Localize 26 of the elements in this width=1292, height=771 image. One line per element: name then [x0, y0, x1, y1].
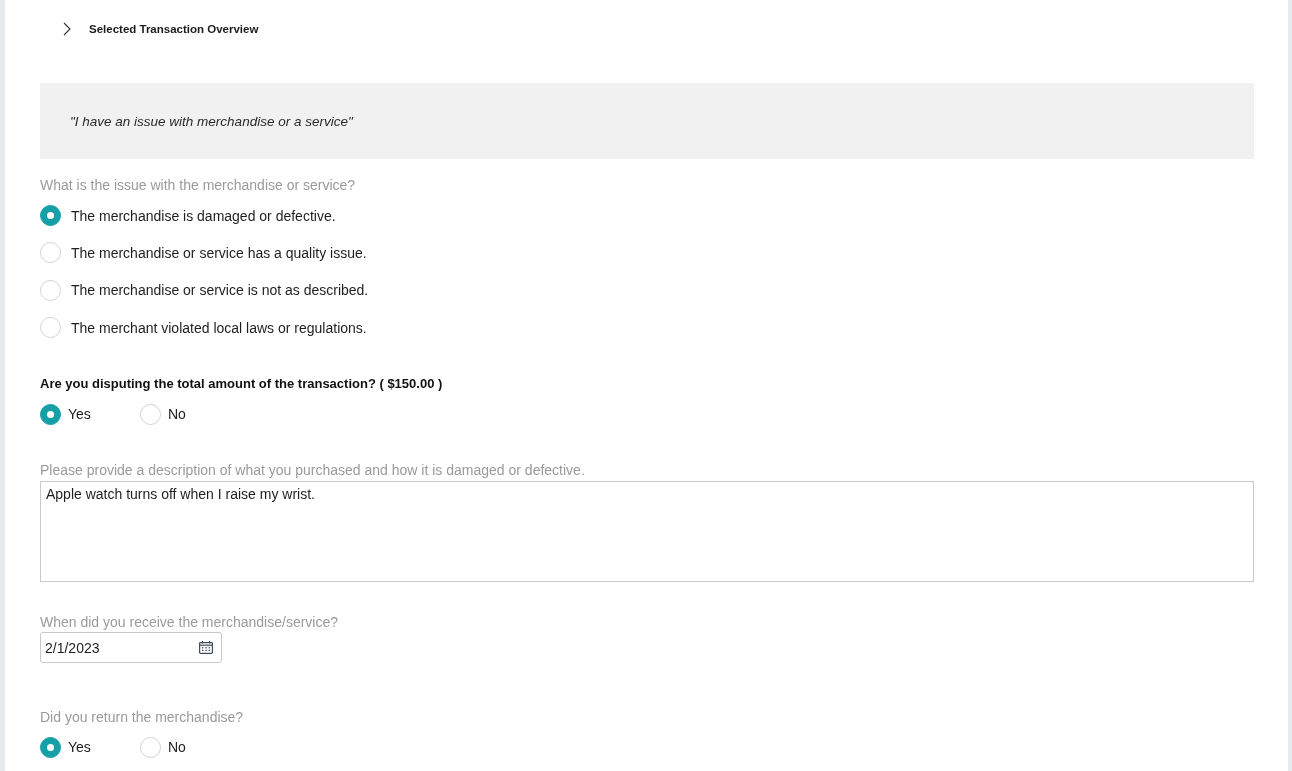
quote-text: "I have an issue with merchandise or a service" [70, 113, 353, 129]
radio-button[interactable] [40, 279, 61, 301]
radio-label[interactable]: The merchandise or service is not as described. [71, 282, 369, 299]
section-toggle[interactable]: Selected Transaction Overview [63, 20, 259, 38]
radio-label[interactable]: No [168, 406, 186, 423]
radio-button[interactable] [40, 205, 61, 227]
radio-button[interactable] [40, 317, 61, 339]
date-field[interactable]: 2/1/2023 [40, 632, 222, 664]
radio-label[interactable]: The merchandise is damaged or defective. [71, 207, 336, 224]
question-label: What is the issue with the merchandise or service? [40, 176, 356, 195]
radio-button[interactable] [140, 736, 161, 758]
radio-button[interactable] [40, 736, 61, 758]
radio-button[interactable] [40, 242, 61, 264]
calendar-icon[interactable] [199, 641, 213, 655]
radio-label[interactable]: Yes [68, 406, 91, 423]
question-label: When did you receive the merchandise/service? [40, 613, 339, 633]
radio-label[interactable]: The merchant violated local laws or regulations. [71, 319, 367, 336]
radio-label[interactable]: No [168, 739, 186, 756]
question-label: Please provide a description of what you purchased and how it is damaged or defective. [40, 461, 585, 481]
radio-label[interactable]: Yes [68, 739, 91, 756]
radio-button[interactable] [140, 403, 161, 425]
question-label: Did you return the merchandise? [40, 708, 244, 728]
radio-button[interactable] [40, 403, 61, 425]
radio-label[interactable]: The merchandise or service has a quality issue. [71, 244, 367, 261]
description-field[interactable]: Apple watch turns off when I raise my wrist. [40, 481, 1254, 583]
question-label: Are you disputing the total amount of the transaction? ( $150.00 ) [40, 375, 443, 394]
